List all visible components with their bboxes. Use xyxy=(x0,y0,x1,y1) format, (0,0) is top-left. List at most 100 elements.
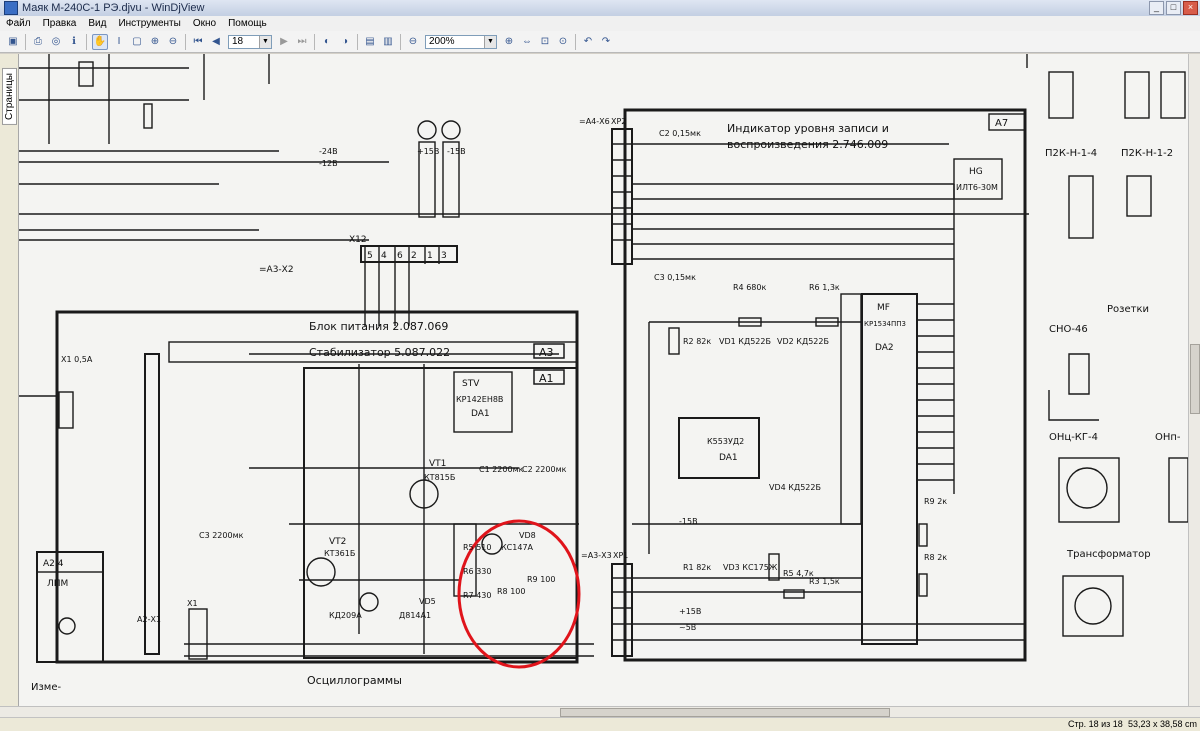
sidebar: Страницы xyxy=(0,54,19,706)
vt1-label: VT1 xyxy=(429,459,446,469)
r6-label: R6 330 xyxy=(463,567,491,576)
vd5-label: VD5 xyxy=(419,597,436,606)
zoom-in-icon[interactable]: ⊕ xyxy=(502,35,516,49)
chevron-down-icon[interactable]: ▼ xyxy=(259,35,271,48)
toolbar-separator xyxy=(314,33,315,50)
label-a3x2: =А3-Х2 xyxy=(259,265,294,275)
label-p2k2: П2К-Н-1-2 xyxy=(1121,148,1173,159)
hand-tool-icon[interactable]: ✋ xyxy=(92,33,108,50)
forward-icon[interactable]: ◑ xyxy=(338,35,352,49)
actual-size-icon[interactable]: ⊙ xyxy=(556,35,570,49)
block-a7-title-2: воспроизведения 2.746.009 xyxy=(727,138,888,151)
c1-label: C1 2200мк xyxy=(479,465,524,474)
info-icon[interactable]: ℹ xyxy=(67,35,81,49)
find-icon[interactable]: ◎ xyxy=(49,35,63,49)
c2b-label: C2 0,15мк xyxy=(659,129,701,138)
vd4b-label: VD4 КД522Б xyxy=(769,483,821,492)
connector-strips xyxy=(611,128,633,657)
horizontal-scroll-thumb[interactable] xyxy=(560,708,890,717)
page-layout-icon[interactable]: ▤ xyxy=(363,35,377,49)
zoom-out-icon[interactable]: ⊖ xyxy=(406,35,420,49)
status-page-size: 53,23 x 38,58 cm xyxy=(1128,719,1198,729)
r5b-label: R5 4,7к xyxy=(783,569,814,578)
vertical-scroll-thumb[interactable] xyxy=(1190,344,1200,414)
label-a3x3: =А3-Х3 xyxy=(581,551,612,560)
label-p2k1: П2К-Н-1-4 xyxy=(1045,148,1097,159)
rotate-left-icon[interactable]: ↶ xyxy=(581,35,595,49)
label-x12: X12 xyxy=(349,235,367,245)
menu-edit[interactable]: Правка xyxy=(37,18,83,29)
r8-label: R8 100 xyxy=(497,587,525,596)
page-number-combo[interactable]: 18 ▼ xyxy=(228,34,272,49)
zoom-out-tool-icon[interactable]: ⊖ xyxy=(166,35,180,49)
label-sno: СНО-46 xyxy=(1049,324,1088,335)
menu-view[interactable]: Вид xyxy=(82,18,112,29)
vd1-label: VD1 КД522Б xyxy=(719,337,771,346)
fit-page-icon[interactable]: ⊡ xyxy=(538,35,552,49)
block-a7-code: А7 xyxy=(995,118,1008,129)
block-a3-code: А3 xyxy=(539,346,554,359)
rail-minus15-1: -15В xyxy=(447,147,466,156)
da2-label: DA2 xyxy=(875,343,894,353)
last-page-icon[interactable]: ⏭ xyxy=(295,35,309,49)
continuous-icon[interactable]: ▥ xyxy=(381,35,395,49)
rail-plus15-1: +15В xyxy=(417,147,439,156)
label-x1-fuse: X1 0,5А xyxy=(61,355,93,364)
vertical-scrollbar[interactable] xyxy=(1188,54,1200,706)
minimize-button[interactable]: _ xyxy=(1149,1,1164,15)
close-button[interactable]: × xyxy=(1183,1,1198,15)
first-page-icon[interactable]: ⏮ xyxy=(191,35,205,49)
window-title: Маяк М-240С-1 РЭ.djvu - WinDjView xyxy=(22,2,205,14)
label-x1: X1 xyxy=(187,599,198,608)
prev-page-icon[interactable]: ◀ xyxy=(209,35,223,49)
block-a3 xyxy=(19,120,594,669)
back-icon[interactable]: ◐ xyxy=(320,35,334,49)
r9-label: R9 100 xyxy=(527,575,555,584)
c2-label: C2 2200мк xyxy=(522,465,567,474)
zoom-combo[interactable]: 200% ▼ xyxy=(425,34,497,49)
r2-label: R2 82к xyxy=(683,337,711,346)
label-onts: ОНц-КГ-4 xyxy=(1049,432,1098,443)
menu-file[interactable]: Файл xyxy=(0,18,37,29)
rotate-right-icon[interactable]: ↷ xyxy=(599,35,613,49)
print-icon[interactable]: ⎙ xyxy=(31,35,45,49)
label-x12-pin1: 1 xyxy=(427,251,433,261)
block-a3-title: Блок питания 2.087.069 xyxy=(309,320,448,333)
menu-bar: Файл Правка Вид Инструменты Окно Помощь xyxy=(0,16,1200,32)
menu-help[interactable]: Помощь xyxy=(222,18,273,29)
tab-pages[interactable]: Страницы xyxy=(2,68,17,125)
vd8-part: КС147А xyxy=(501,543,534,552)
vt2-part: КТ361Б xyxy=(324,549,355,558)
vd8-label: VD8 xyxy=(519,531,536,540)
op-amp-label: DA1 xyxy=(719,453,738,463)
block-a1-code: А1 xyxy=(539,372,554,385)
toolbar-separator xyxy=(357,33,358,50)
chevron-down-icon[interactable]: ▼ xyxy=(484,35,496,48)
select-tool-icon[interactable]: I xyxy=(112,35,126,49)
toolbar-separator xyxy=(25,33,26,50)
status-bar: Стр. 18 из 18 53,23 x 38,58 cm xyxy=(0,717,1200,731)
label-x12-pin3: 3 xyxy=(441,251,447,261)
hg-part: ИЛТ6-30М xyxy=(956,183,998,192)
page-number-value: 18 xyxy=(232,36,244,47)
zoom-value: 200% xyxy=(429,36,455,47)
open-icon[interactable]: ▣ xyxy=(6,35,20,49)
document-view[interactable]: =А3-Х2 X12 5 4 6 2 1 3 Блок питания 2.08… xyxy=(19,54,1188,706)
next-page-icon[interactable]: ▶ xyxy=(277,35,291,49)
rail-plus15-2: +15В xyxy=(679,607,701,616)
label-izme: Изме- xyxy=(31,682,61,693)
maximize-button[interactable]: □ xyxy=(1166,1,1181,15)
hg-label: HG xyxy=(969,167,983,177)
menu-window[interactable]: Окно xyxy=(187,18,222,29)
rect-select-icon[interactable]: ▢ xyxy=(130,35,144,49)
fit-width-icon[interactable]: ⇔ xyxy=(520,35,534,49)
r7-label: R7 430 xyxy=(463,591,491,600)
vd3-label: VD3 КС175Ж xyxy=(723,563,778,572)
label-rozetki: Розетки xyxy=(1107,304,1149,315)
menu-tools[interactable]: Инструменты xyxy=(112,18,186,29)
rail-minus15-2: -15В xyxy=(679,517,698,526)
r3b-label: R3 1,5к xyxy=(809,577,840,586)
rail-tilde5v: ~5В xyxy=(679,623,696,632)
a24-lamp: ЛПМ xyxy=(47,579,68,589)
zoom-in-tool-icon[interactable]: ⊕ xyxy=(148,35,162,49)
